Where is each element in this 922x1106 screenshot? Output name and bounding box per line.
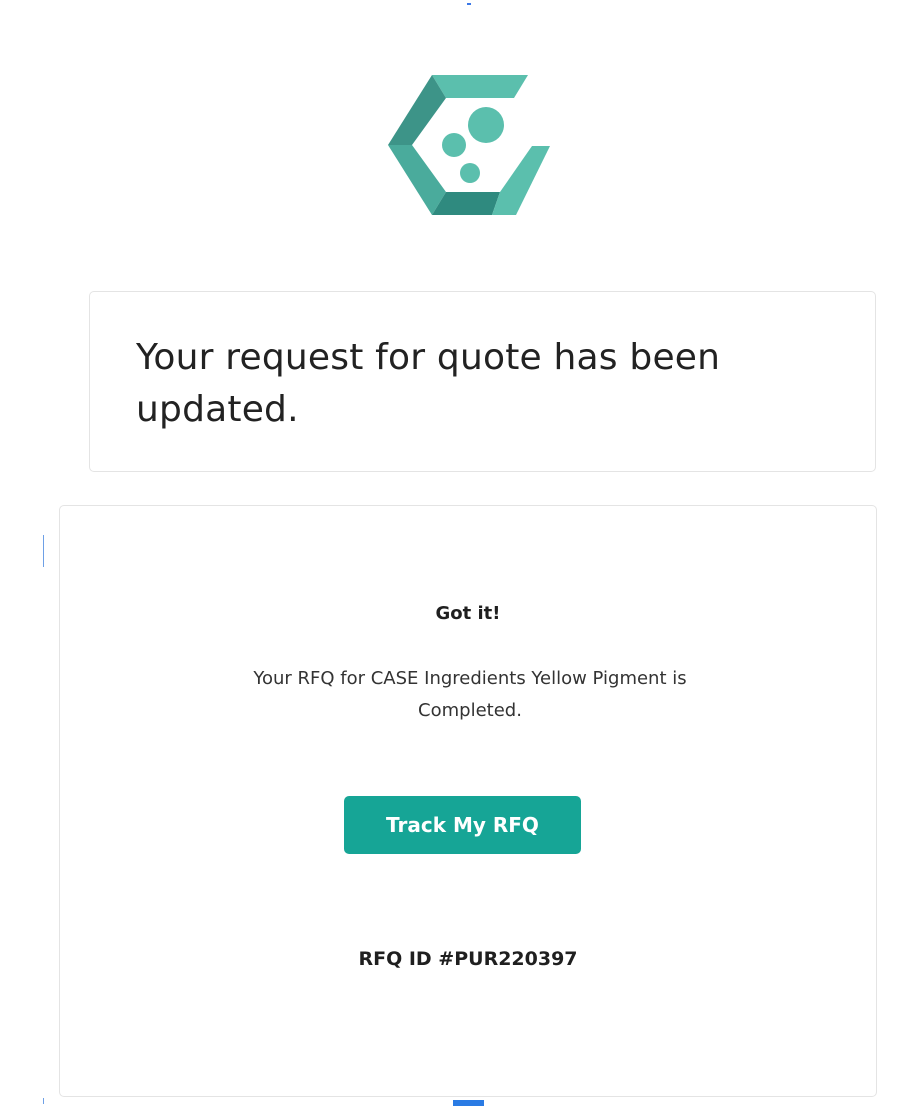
top-edge-marker [467,3,471,5]
track-rfq-button[interactable]: Track My RFQ [344,796,581,854]
hexagon-bubbles-logo [388,75,550,215]
status-message: Your RFQ for CASE Ingredients Yellow Pig… [253,668,687,721]
page-title: Your request for quote has been updated. [136,337,721,430]
scroll-indicator [453,1100,484,1106]
details-card: Got it! Your RFQ for CASE Ingredients Ye… [59,505,877,1097]
left-edge-marker-bottom [43,1098,44,1104]
headline-card: Your request for quote has been updated. [89,291,876,472]
left-edge-marker [43,535,44,567]
email-page: Your request for quote has been updated.… [0,0,922,1106]
rfq-id-label: RFQ ID #PUR220397 [358,948,578,970]
confirmation-title: Got it! [435,603,501,624]
